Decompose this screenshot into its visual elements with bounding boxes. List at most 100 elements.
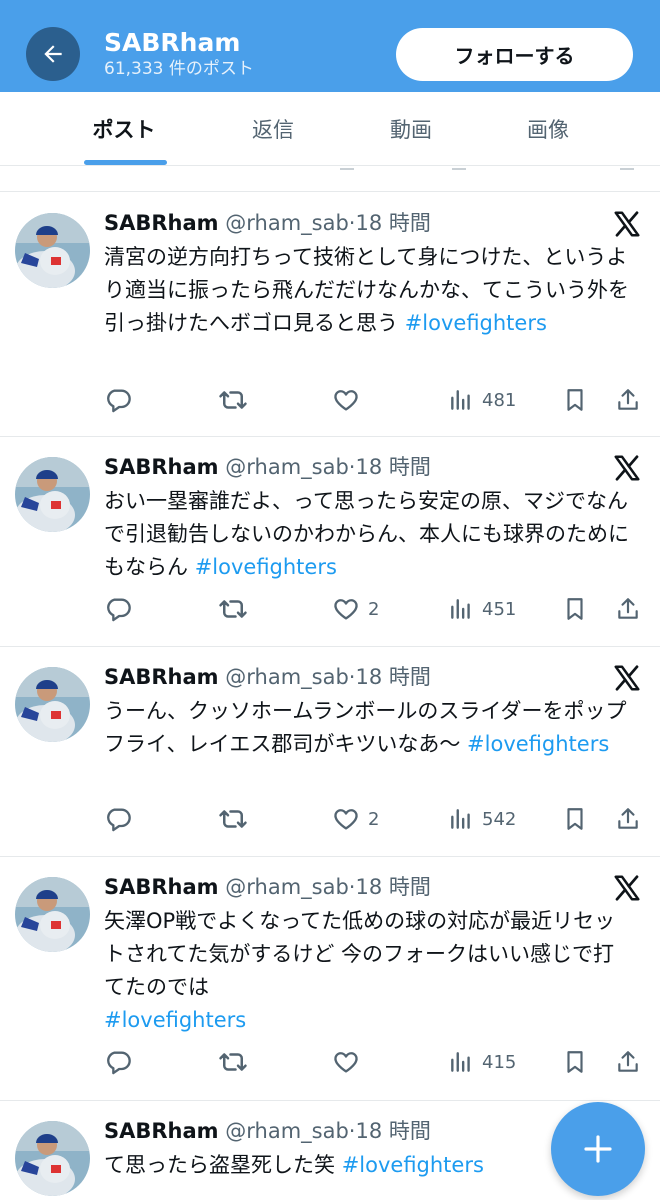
repost-button[interactable] — [218, 1047, 248, 1077]
tab-posts[interactable]: ポスト — [54, 92, 194, 166]
views-icon — [448, 1049, 474, 1075]
plus-icon — [584, 1135, 612, 1163]
avatar[interactable] — [15, 1121, 90, 1196]
views-icon — [448, 387, 474, 413]
views-button[interactable]: 451 — [448, 594, 516, 624]
compose-button[interactable] — [551, 1102, 645, 1196]
reply-button[interactable] — [104, 385, 132, 415]
hashtag-link[interactable]: #lovefighters — [467, 732, 609, 756]
post-text: 矢澤OP戦でよくなってた低めの球の対応が最近リセットされてた気がするけど 今のフ… — [104, 905, 634, 1037]
like-button[interactable]: 2 — [332, 804, 379, 834]
post-card[interactable]: SABRham @rham_sab·18 時間 おい一塁審誰だよ、って思ったら安… — [0, 437, 660, 647]
share-icon — [615, 596, 641, 622]
hashtag-link[interactable]: #lovefighters — [195, 555, 337, 579]
views-button[interactable]: 542 — [448, 804, 516, 834]
repost-button[interactable] — [218, 804, 248, 834]
repost-icon — [218, 1047, 248, 1077]
repost-icon — [218, 594, 248, 624]
post-body: 矢澤OP戦でよくなってた低めの球の対応が最近リセットされてた気がするけど 今のフ… — [104, 909, 616, 999]
post-time[interactable]: 18 時間 — [355, 875, 430, 899]
post-time[interactable]: 18 時間 — [355, 665, 430, 689]
bookmark-icon — [562, 806, 588, 832]
author-handle[interactable]: @rham_sab — [225, 875, 349, 899]
bookmark-button[interactable] — [562, 1047, 588, 1077]
avatar[interactable] — [15, 213, 90, 288]
profile-title-block: SABRham 61,333 件のポスト — [104, 28, 254, 80]
post-body: 清宮の逆方向打ちって技術として身につけた、というより適当に振ったら飛んだだけなん… — [104, 245, 629, 335]
share-button[interactable] — [615, 594, 641, 624]
reply-icon — [104, 1048, 132, 1076]
bookmark-button[interactable] — [562, 385, 588, 415]
post-header: SABRham @rham_sab·18 時間 — [104, 662, 431, 692]
view-count: 542 — [482, 808, 517, 830]
reply-button[interactable] — [104, 804, 132, 834]
author-name[interactable]: SABRham — [104, 875, 219, 899]
repost-icon — [218, 385, 248, 415]
post-card[interactable]: SABRham @rham_sab·18 時間 矢澤OP戦でよくなってた低めの球… — [0, 857, 660, 1101]
reply-button[interactable] — [104, 594, 132, 624]
reply-button[interactable] — [104, 1047, 132, 1077]
share-button[interactable] — [615, 385, 641, 415]
heart-icon — [332, 805, 360, 833]
views-button[interactable]: 415 — [448, 1047, 516, 1077]
post-time[interactable]: 18 時間 — [355, 1119, 430, 1143]
tab-videos[interactable]: 動画 — [341, 92, 481, 166]
post-header: SABRham @rham_sab·18 時間 — [104, 872, 431, 902]
profile-name: SABRham — [104, 28, 241, 57]
bookmark-icon — [562, 387, 588, 413]
share-icon — [615, 387, 641, 413]
author-name[interactable]: SABRham — [104, 1119, 219, 1143]
heart-icon — [332, 1048, 360, 1076]
author-name[interactable]: SABRham — [104, 211, 219, 235]
post-text: うーん、クッソホームランボールのスライダーをポップフライ、レイエス郡司がキツいな… — [104, 695, 634, 761]
post-time[interactable]: 18 時間 — [355, 211, 430, 235]
author-handle[interactable]: @rham_sab — [225, 455, 349, 479]
repost-button[interactable] — [218, 385, 248, 415]
reply-icon — [104, 386, 132, 414]
like-button[interactable] — [332, 385, 368, 415]
view-count: 481 — [482, 389, 517, 411]
author-name[interactable]: SABRham — [104, 665, 219, 689]
like-button[interactable] — [332, 1047, 368, 1077]
share-icon — [615, 1049, 641, 1075]
repost-button[interactable] — [218, 594, 248, 624]
avatar[interactable] — [15, 877, 90, 952]
bookmark-button[interactable] — [562, 594, 588, 624]
author-name[interactable]: SABRham — [104, 455, 219, 479]
x-logo-icon — [612, 209, 642, 239]
heart-icon — [332, 386, 360, 414]
author-handle[interactable]: @rham_sab — [225, 211, 349, 235]
back-button[interactable] — [26, 27, 80, 81]
reply-icon — [104, 805, 132, 833]
views-button[interactable]: 481 — [448, 385, 516, 415]
like-count: 2 — [368, 598, 380, 620]
post-text: 清宮の逆方向打ちって技術として身につけた、というより適当に振ったら飛んだだけなん… — [104, 241, 634, 340]
hashtag-link[interactable]: #lovefighters — [342, 1153, 484, 1177]
follow-button[interactable]: フォローする — [396, 28, 633, 81]
profile-tabs: ポスト 返信 動画 画像 — [0, 92, 660, 166]
bookmark-button[interactable] — [562, 804, 588, 834]
post-actions: 481 — [104, 385, 644, 415]
post-header: SABRham @rham_sab·18 時間 — [104, 452, 431, 482]
author-handle[interactable]: @rham_sab — [225, 1119, 349, 1143]
bookmark-icon — [562, 596, 588, 622]
share-button[interactable] — [615, 1047, 641, 1077]
avatar[interactable] — [15, 457, 90, 532]
tab-images[interactable]: 画像 — [478, 92, 618, 166]
post-card[interactable]: SABRham @rham_sab·18 時間 うーん、クッソホームランボールの… — [0, 647, 660, 857]
hashtag-link[interactable]: #lovefighters — [104, 1008, 246, 1032]
post-text: おい一塁審誰だよ、って思ったら安定の原、マジでなんで引退勧告しないのかわからん、… — [104, 485, 634, 584]
tab-replies[interactable]: 返信 — [203, 92, 343, 166]
x-logo-icon — [612, 873, 642, 903]
x-logo-icon — [612, 663, 642, 693]
post-time[interactable]: 18 時間 — [355, 455, 430, 479]
view-count: 415 — [482, 1051, 517, 1073]
profile-header: SABRham 61,333 件のポスト フォローする — [0, 0, 660, 92]
share-button[interactable] — [615, 804, 641, 834]
avatar[interactable] — [15, 667, 90, 742]
author-handle[interactable]: @rham_sab — [225, 665, 349, 689]
post-card[interactable]: SABRham @rham_sab·18 時間 清宮の逆方向打ちって技術として身… — [0, 193, 660, 437]
bookmark-icon — [562, 1049, 588, 1075]
like-button[interactable]: 2 — [332, 594, 379, 624]
hashtag-link[interactable]: #lovefighters — [405, 311, 547, 335]
